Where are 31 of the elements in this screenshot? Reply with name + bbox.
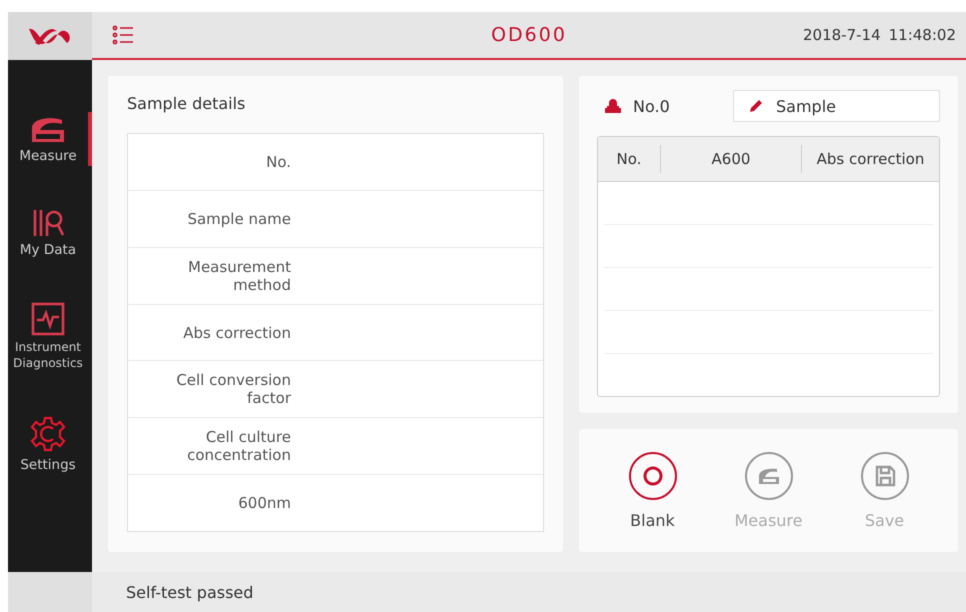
field-label: Sample name <box>186 210 292 228</box>
sidebar-item[interactable]: Settings <box>8 413 92 476</box>
sidebar-item[interactable]: Instrument Diagnostics <box>8 300 92 374</box>
menu-button[interactable] <box>112 25 134 45</box>
screen-title: OD600 <box>491 24 567 46</box>
data-search-icon <box>31 208 65 238</box>
card-title: Sample details <box>127 94 246 113</box>
column-header: No. <box>598 145 661 173</box>
field-label: Cell conversion factor <box>175 371 292 408</box>
sidebar-item[interactable]: My Data <box>8 206 92 260</box>
field-label: Cell culture concentration <box>186 428 292 464</box>
action-button[interactable]: Blank <box>628 451 678 530</box>
cuvette-holder-icon <box>603 98 623 114</box>
field-label: No. <box>265 152 292 171</box>
column-header: A600 <box>661 145 802 173</box>
field-label: 600nm <box>237 494 292 512</box>
time-text: 11:48:02 <box>888 26 956 44</box>
blank-circle-icon <box>628 451 678 501</box>
pencil-icon <box>748 98 764 114</box>
date-text: 2018-7-14 <box>802 26 881 44</box>
pulse-monitor-icon <box>31 302 65 336</box>
field-label: Measurement method <box>187 258 292 294</box>
settings-icon <box>29 415 67 454</box>
field-label: Abs correction <box>182 324 292 342</box>
sample-number: No.0 <box>633 96 671 116</box>
column-header: Abs correction <box>816 149 926 170</box>
save-icon <box>860 451 910 501</box>
status-message: Self-test passed <box>126 582 254 602</box>
spectrometer-icon <box>744 451 794 501</box>
list-icon <box>112 25 134 45</box>
sample-name-field[interactable]: Sample <box>733 90 940 122</box>
